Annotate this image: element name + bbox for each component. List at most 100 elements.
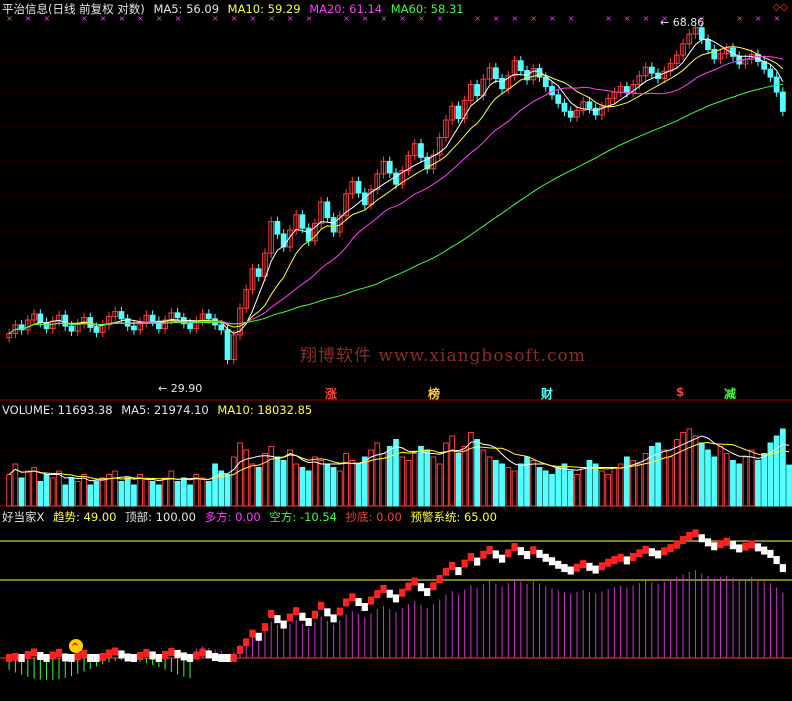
tag-bang[interactable]: 榜 [428, 385, 440, 402]
volume-bar-80 [505, 467, 512, 507]
tag-cai[interactable]: 财 [541, 385, 553, 402]
volume-bar-2 [18, 477, 25, 507]
volume-bar-40 [255, 467, 262, 507]
main-header: 平治信息(日线 前复权 对数) MA5: 56.09 MA10: 59.29 M… [2, 2, 469, 16]
candle-body-35 [224, 329, 231, 360]
trend-ribbon-seg-38 [243, 638, 250, 647]
trend-ribbon-seg-114 [717, 540, 724, 549]
trend-ribbon-seg-112 [704, 538, 712, 547]
volume-bar-20 [131, 484, 137, 507]
tag-zhang[interactable]: 涨 [325, 385, 337, 402]
trend-ribbon-seg-46 [293, 607, 300, 616]
volume-bar-17 [112, 470, 119, 507]
volume-bar-49 [312, 456, 318, 507]
trend-ribbon-seg-65 [411, 577, 418, 586]
candle-body-124 [780, 91, 786, 112]
volume-bar-36 [230, 456, 237, 507]
volume-bar-88 [555, 467, 562, 507]
trend-ribbon-seg-20 [130, 654, 138, 662]
volume-bar-73 [461, 446, 468, 507]
trend-ribbon-seg-101 [636, 549, 643, 558]
volume-header: VOLUME: 11693.38 MA5: 21974.10 MA10: 180… [2, 403, 317, 417]
corner-marker-icon[interactable]: ◇◇ [773, 2, 788, 13]
volume-bar-57 [361, 456, 368, 507]
volume-bar-56 [355, 463, 362, 507]
trend-ribbon-seg-84 [530, 546, 537, 555]
candle-body-122 [767, 68, 774, 78]
trend-ribbon-seg-77 [486, 546, 493, 555]
candle-body-14 [93, 326, 100, 333]
volume-bar-77 [486, 456, 493, 507]
volume-bar-107 [673, 439, 680, 507]
volume-bar-8 [56, 470, 62, 507]
watermark: 翔博软件 www.xiangbosoft.com [300, 346, 586, 366]
trend-ribbon-seg-97 [611, 556, 618, 565]
tag-jian[interactable]: 减 [724, 385, 736, 402]
signal-x-mark-87: × [549, 14, 556, 23]
volume-bar-33 [212, 463, 218, 507]
trend-ribbon-seg-88 [555, 560, 562, 569]
volume-bar-78 [492, 460, 499, 507]
trend-ribbon-seg-117 [736, 544, 743, 553]
trend-ribbon-seg-107 [673, 540, 680, 549]
trend-ribbon-seg-30 [193, 651, 200, 660]
volume-bar-102 [642, 453, 649, 507]
trend-ribbon-seg-118 [742, 542, 749, 551]
volume-bar-48 [305, 470, 312, 507]
candle-body-89 [561, 102, 568, 112]
volume-bar-65 [411, 453, 418, 507]
trend-ribbon-seg-81 [511, 543, 518, 552]
volume-bar-44 [280, 460, 287, 507]
trend-ribbon-seg-98 [617, 553, 624, 562]
trend-ribbon-seg-71 [449, 561, 456, 570]
volume-bar-82 [517, 463, 524, 507]
volume-bar-10 [68, 477, 75, 507]
volume-bar-125 [786, 464, 792, 507]
volume-bar-101 [636, 463, 643, 507]
volume-bar-25 [162, 477, 168, 507]
volume-bar-47 [299, 467, 306, 507]
volume-bar-106 [667, 456, 674, 507]
trend-ribbon-seg-58 [367, 596, 375, 605]
trend-ribbon-seg-68 [430, 582, 437, 591]
trend-ribbon-seg-28 [180, 652, 187, 661]
trend-ribbon-seg-9 [62, 653, 69, 662]
volume-ma10-line [8, 442, 790, 481]
candle-body-61 [386, 160, 393, 174]
trend-ribbon-seg-85 [536, 549, 543, 558]
tag-dollar[interactable]: $ [676, 385, 684, 399]
volume-bar-22 [143, 477, 150, 507]
signal-x-mark-120: × [755, 14, 762, 23]
trend-ribbon-seg-8 [55, 648, 63, 657]
trend-ribbon-seg-25 [162, 650, 169, 659]
trend-ribbon-seg-109 [686, 531, 693, 540]
volume-bar-113 [711, 456, 718, 507]
trend-ribbon-seg-45 [286, 613, 294, 622]
trend-ribbon-seg-122 [767, 549, 774, 558]
volume-bar-0 [6, 474, 12, 507]
ma10-readout: MA10: 59.29 [227, 2, 301, 16]
trend-ribbon-seg-108 [679, 536, 687, 545]
indicator-name: 好当家X [2, 510, 45, 524]
trend-ribbon-seg-17 [112, 647, 119, 656]
trend-ribbon-seg-91 [573, 563, 581, 572]
trend-ribbon-seg-3 [24, 650, 31, 659]
trend-ribbon-seg-39 [249, 629, 256, 638]
candle-body-43 [274, 220, 281, 235]
volume-bar-54 [343, 453, 349, 507]
trend-ribbon-seg-52 [330, 614, 337, 623]
volume-bar-37 [237, 442, 243, 507]
volume-bar-67 [424, 449, 431, 507]
candle-body-93 [586, 101, 593, 109]
volume-bar-62 [393, 439, 399, 507]
trend-ribbon-seg-105 [661, 547, 668, 556]
volume-bar-43 [274, 456, 281, 507]
volume-bar-116 [730, 460, 736, 507]
trend-ribbon-seg-103 [648, 548, 655, 557]
volume-bar-31 [199, 477, 206, 507]
trend-ribbon-seg-42 [268, 609, 275, 618]
trend-ribbon-seg-83 [523, 550, 531, 559]
trend-ribbon-seg-102 [642, 545, 649, 554]
volume-bar-42 [268, 446, 275, 507]
candle-body-47 [299, 214, 306, 229]
